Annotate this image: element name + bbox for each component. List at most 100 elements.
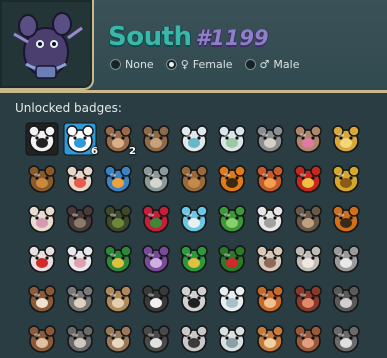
badge-christmas-tree[interactable]	[100, 240, 136, 278]
badge-cheese-wedge[interactable]	[138, 160, 174, 198]
badge-bat[interactable]	[62, 200, 98, 238]
radio-female[interactable]	[165, 59, 177, 70]
brown-mouse-badge-icon	[28, 285, 56, 313]
badge-gift-box[interactable]	[328, 160, 364, 198]
badge-rose[interactable]	[138, 200, 174, 238]
badge-mouse-trio[interactable]: 2	[100, 120, 136, 158]
bucket-badge-icon	[180, 165, 208, 193]
badge-red-mouse[interactable]	[290, 280, 326, 318]
badge-mouse-row-6-9[interactable]	[328, 320, 364, 358]
badge-purple-mouse[interactable]	[138, 240, 174, 278]
badge-candy[interactable]	[252, 160, 288, 198]
gender-option-female[interactable]: ♀ Female	[165, 58, 233, 71]
badge-scared-mouse[interactable]	[62, 280, 98, 318]
badge-leprechaun-hat[interactable]	[176, 240, 212, 278]
badge-count: 6	[91, 146, 98, 157]
bat-badge-icon	[66, 205, 94, 233]
badge-birthday-cake[interactable]	[62, 160, 98, 198]
badge-pumpkin-mouse[interactable]	[328, 200, 364, 238]
badge-goldfish-bowl[interactable]	[100, 160, 136, 198]
badge-yeti[interactable]	[214, 280, 250, 318]
badge-mouse-row-6-1[interactable]	[24, 320, 60, 358]
badge-easter-egg[interactable]	[24, 160, 60, 198]
grey-mouse-badge-icon	[294, 245, 322, 273]
mouse-skeleton-badge-icon	[332, 245, 360, 273]
badge-christmas-bauble[interactable]	[290, 160, 326, 198]
mouse-row-6-3-badge-icon	[104, 325, 132, 353]
gender-selector: None ♀ Female ♂ Male	[110, 58, 299, 71]
mouse-row-6-1-badge-icon	[28, 325, 56, 353]
badge-bunny[interactable]	[24, 200, 60, 238]
avatar-mouse-icon	[13, 12, 83, 79]
badge-zebra-mouse[interactable]	[176, 280, 212, 318]
christmas-bauble-badge-icon	[294, 165, 322, 193]
cheese-wedge-badge-icon	[142, 165, 170, 193]
badge-checkered-mouse[interactable]: 6	[62, 120, 98, 158]
badge-clover[interactable]	[214, 200, 250, 238]
panda-badge-icon	[25, 122, 59, 156]
mouse-row-6-6-badge-icon	[218, 325, 246, 353]
badge-mouse-with-bow[interactable]	[290, 120, 326, 158]
purple-mouse-badge-icon	[142, 245, 170, 273]
badge-mouse-row-6-3[interactable]	[100, 320, 136, 358]
gender-none-label: None	[125, 58, 154, 71]
badge-mouse-row-6-4[interactable]	[138, 320, 174, 358]
mouse-with-bow-badge-icon	[294, 125, 322, 153]
badge-mouse-row-6-7[interactable]	[252, 320, 288, 358]
mouse-with-hat-badge-icon	[256, 125, 284, 153]
badge-mouse-row-6-6[interactable]	[214, 320, 250, 358]
badge-tabby-mouse[interactable]	[100, 280, 136, 318]
badge-winged-shield[interactable]	[214, 120, 250, 158]
badge-mice-group[interactable]	[252, 240, 288, 278]
gender-option-none[interactable]: None	[110, 58, 154, 71]
badge-jack-o-lantern[interactable]	[214, 160, 250, 198]
white-rat-badge-icon	[180, 125, 208, 153]
badge-chef-hat[interactable]	[252, 200, 288, 238]
badge-swan[interactable]	[62, 240, 98, 278]
badge-mouse-row-6-5[interactable]	[176, 320, 212, 358]
badge-grey-mouse[interactable]	[290, 240, 326, 278]
badge-bucket[interactable]	[176, 160, 212, 198]
mouse-row-6-5-badge-icon	[180, 325, 208, 353]
red-mouse-badge-icon	[294, 285, 322, 313]
radio-male[interactable]	[244, 59, 256, 70]
badge-panda[interactable]	[24, 120, 60, 158]
badge-brown-mouse[interactable]	[24, 280, 60, 318]
badge-panda-mouse[interactable]	[138, 280, 174, 318]
badge-fairy[interactable]	[176, 200, 212, 238]
mouse-row-6-2-badge-icon	[66, 325, 94, 353]
mouse-row-6-8-badge-icon	[294, 325, 322, 353]
badge-cauldron[interactable]	[100, 200, 136, 238]
chef-hat-badge-icon	[256, 205, 284, 233]
badge-raccoon-mouse[interactable]	[328, 280, 364, 318]
winged-shield-badge-icon	[218, 125, 246, 153]
panda-mouse-badge-icon	[142, 285, 170, 313]
clover-badge-icon	[218, 205, 246, 233]
badge-mouse-row-6-8[interactable]	[290, 320, 326, 358]
badge-golden-bell[interactable]	[328, 120, 364, 158]
header-divider	[0, 90, 387, 93]
radio-none[interactable]	[110, 59, 121, 70]
christmas-tree-badge-icon	[104, 245, 132, 273]
female-symbol-icon: ♀	[180, 58, 189, 71]
badges-title: Unlocked badges:	[15, 101, 122, 115]
badge-wreath[interactable]	[214, 240, 250, 278]
profile-header: South #1199 None ♀ Female ♂ Male	[0, 0, 387, 90]
scared-mouse-badge-icon	[66, 285, 94, 313]
goldfish-bowl-badge-icon	[104, 165, 132, 193]
player-name: South	[108, 22, 192, 52]
gender-male-label: Male	[273, 58, 300, 71]
badge-candy-cane[interactable]	[24, 240, 60, 278]
candy-cane-badge-icon	[28, 245, 56, 273]
badge-mouse-with-hat[interactable]	[252, 120, 288, 158]
mouse-row-6-9-badge-icon	[332, 325, 360, 353]
badge-mouse-pair[interactable]	[138, 120, 174, 158]
badge-mouse-skeleton[interactable]	[328, 240, 364, 278]
gender-option-male[interactable]: ♂ Male	[244, 58, 300, 71]
badge-mouse-with-helmet[interactable]	[290, 200, 326, 238]
badge-white-rat[interactable]	[176, 120, 212, 158]
rose-badge-icon	[142, 205, 170, 233]
badge-orange-mouse[interactable]	[252, 280, 288, 318]
mouse-pair-badge-icon	[142, 125, 170, 153]
badge-mouse-row-6-2[interactable]	[62, 320, 98, 358]
